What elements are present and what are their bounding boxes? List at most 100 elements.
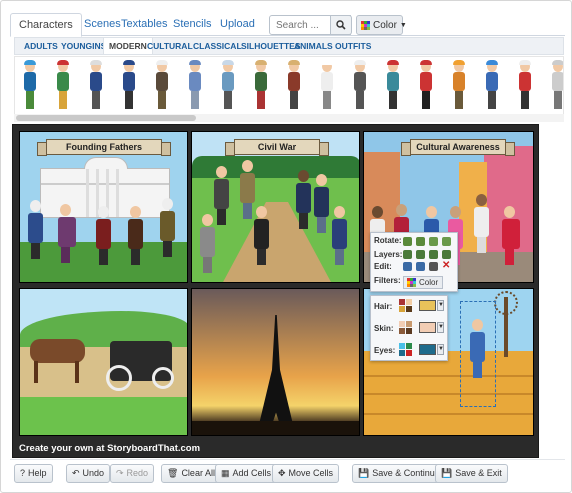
swatch[interactable]: [406, 299, 412, 305]
color-filter-dropdown[interactable]: Color ▼: [356, 15, 407, 35]
library-character-thumbnail[interactable]: [120, 60, 138, 111]
send-back-icon[interactable]: [442, 250, 451, 259]
swatch[interactable]: [399, 328, 405, 334]
color-grid-icon: [407, 278, 416, 287]
redo-button[interactable]: ↷ Redo: [110, 464, 155, 483]
character-figure[interactable]: [254, 206, 269, 265]
swatch[interactable]: [406, 350, 412, 356]
copy-icon[interactable]: [403, 262, 412, 271]
rotate-left-icon[interactable]: [403, 237, 412, 246]
library-character-thumbnail[interactable]: [516, 60, 534, 111]
swatch[interactable]: [406, 343, 412, 349]
rotate-right-icon[interactable]: [416, 237, 425, 246]
library-character-thumbnail[interactable]: [285, 60, 303, 111]
library-character-thumbnail[interactable]: [483, 60, 501, 111]
resize-icon[interactable]: [416, 262, 425, 271]
storyboard-cell-1[interactable]: Founding Fathers: [19, 131, 188, 283]
popup-row-label: Rotate:: [374, 236, 402, 245]
character-color-popup: Hair: Skin: Eyes: ▼ ▼ ▼: [370, 295, 448, 361]
character-figure[interactable]: [58, 204, 76, 263]
storyboard-cell-2[interactable]: Civil War: [191, 131, 360, 283]
character-figure[interactable]: [502, 206, 520, 265]
help-icon: ?: [20, 468, 26, 478]
popup-row-label: Edit:: [374, 262, 392, 271]
category-bar: ADULTS YOUNGINS MODERN CULTURAL CLASSICA…: [14, 37, 564, 55]
eyes-color-caret[interactable]: ▼: [437, 344, 444, 355]
library-tabbar: Characters Scenes Textables Stencils Upl…: [10, 10, 565, 37]
library-character-thumbnail[interactable]: [351, 60, 369, 111]
library-character-thumbnail[interactable]: [186, 60, 204, 111]
move-cells-button[interactable]: ✥ Move Cells: [272, 464, 340, 483]
library-character-thumbnail[interactable]: [252, 60, 270, 111]
eiffel-tower[interactable]: [256, 315, 296, 435]
layer-up-icon[interactable]: [403, 250, 412, 259]
swatch[interactable]: [406, 328, 412, 334]
undo-label: Undo: [82, 468, 105, 478]
hair-color-picker[interactable]: [419, 300, 436, 311]
tab-upload[interactable]: Upload: [212, 13, 263, 37]
flip-icon[interactable]: [429, 237, 438, 246]
library-character-thumbnail[interactable]: [417, 60, 435, 111]
library-character-thumbnail[interactable]: [21, 60, 39, 111]
swatch[interactable]: [399, 343, 405, 349]
library-character-thumbnail[interactable]: [54, 60, 72, 111]
horse[interactable]: [30, 339, 85, 363]
library-character-thumbnail[interactable]: [219, 60, 237, 111]
hair-color-caret[interactable]: ▼: [437, 300, 444, 311]
search-icon: [336, 20, 346, 30]
filter-color-dropdown[interactable]: Color: [403, 276, 443, 289]
help-button[interactable]: ? Help: [14, 464, 53, 483]
library-character-thumbnail[interactable]: [87, 60, 105, 111]
eyes-color-picker[interactable]: [419, 344, 436, 355]
undo-button[interactable]: ↶ Undo: [66, 464, 111, 483]
search-button[interactable]: [330, 15, 352, 35]
character-strip-scrollbar[interactable]: [14, 114, 564, 122]
bring-front-icon[interactable]: [429, 250, 438, 259]
storyboard-editor: Characters Scenes Textables Stencils Upl…: [0, 0, 572, 493]
character-figure[interactable]: [200, 214, 215, 273]
library-character-thumbnail[interactable]: [318, 60, 336, 111]
add-cells-button[interactable]: ▦ Add Cells: [215, 464, 278, 483]
library-character-thumbnail[interactable]: [153, 60, 171, 111]
tab-characters[interactable]: Characters: [10, 13, 82, 37]
character-library-strip: [14, 56, 564, 115]
crop-icon[interactable]: [429, 262, 438, 271]
category-outfits[interactable]: OUTFITS: [330, 38, 376, 54]
popup-row-label: Layers:: [374, 250, 403, 259]
character-figure[interactable]: [332, 206, 347, 265]
library-character-thumbnail[interactable]: [450, 60, 468, 111]
scrollbar-thumb[interactable]: [16, 115, 196, 121]
library-character-thumbnail[interactable]: [384, 60, 402, 111]
swatch[interactable]: [399, 306, 405, 312]
swatch[interactable]: [399, 350, 405, 356]
swatch[interactable]: [406, 306, 412, 312]
save-exit-button[interactable]: 💾 Save & Exit: [435, 464, 508, 483]
library-character-thumbnail[interactable]: [549, 60, 563, 111]
character-figure[interactable]: [214, 166, 229, 225]
storyboard-cell-5[interactable]: [191, 288, 360, 436]
redo-icon: ↷: [116, 468, 124, 478]
character-figure[interactable]: [240, 160, 255, 219]
layer-down-icon[interactable]: [416, 250, 425, 259]
character-edit-popup: Rotate: Layers: Edit: Filters: ✕ Color: [370, 232, 458, 292]
delete-icon[interactable]: ✕: [442, 260, 450, 271]
character-figure[interactable]: [296, 170, 311, 229]
skin-color-picker[interactable]: [419, 322, 436, 333]
save-continue-button[interactable]: 💾 Save & Continue: [352, 464, 446, 483]
rotate-icon[interactable]: [442, 237, 451, 246]
skin-color-caret[interactable]: ▼: [437, 322, 444, 333]
selected-character[interactable]: [470, 319, 485, 378]
character-figure[interactable]: [28, 200, 43, 259]
character-figure[interactable]: [128, 206, 143, 265]
character-figure[interactable]: [160, 198, 175, 257]
clear-all-button[interactable]: 🗑 Clear All: [161, 464, 221, 483]
cell-title-banner: Cultural Awareness: [401, 139, 515, 156]
swatch[interactable]: [399, 299, 405, 305]
character-figure[interactable]: [474, 194, 489, 253]
character-figure[interactable]: [96, 206, 111, 265]
storyboard-cell-4[interactable]: [19, 288, 188, 436]
add-cells-label: Add Cells: [232, 468, 272, 478]
swatch[interactable]: [406, 321, 412, 327]
character-figure[interactable]: [314, 174, 329, 233]
swatch[interactable]: [399, 321, 405, 327]
